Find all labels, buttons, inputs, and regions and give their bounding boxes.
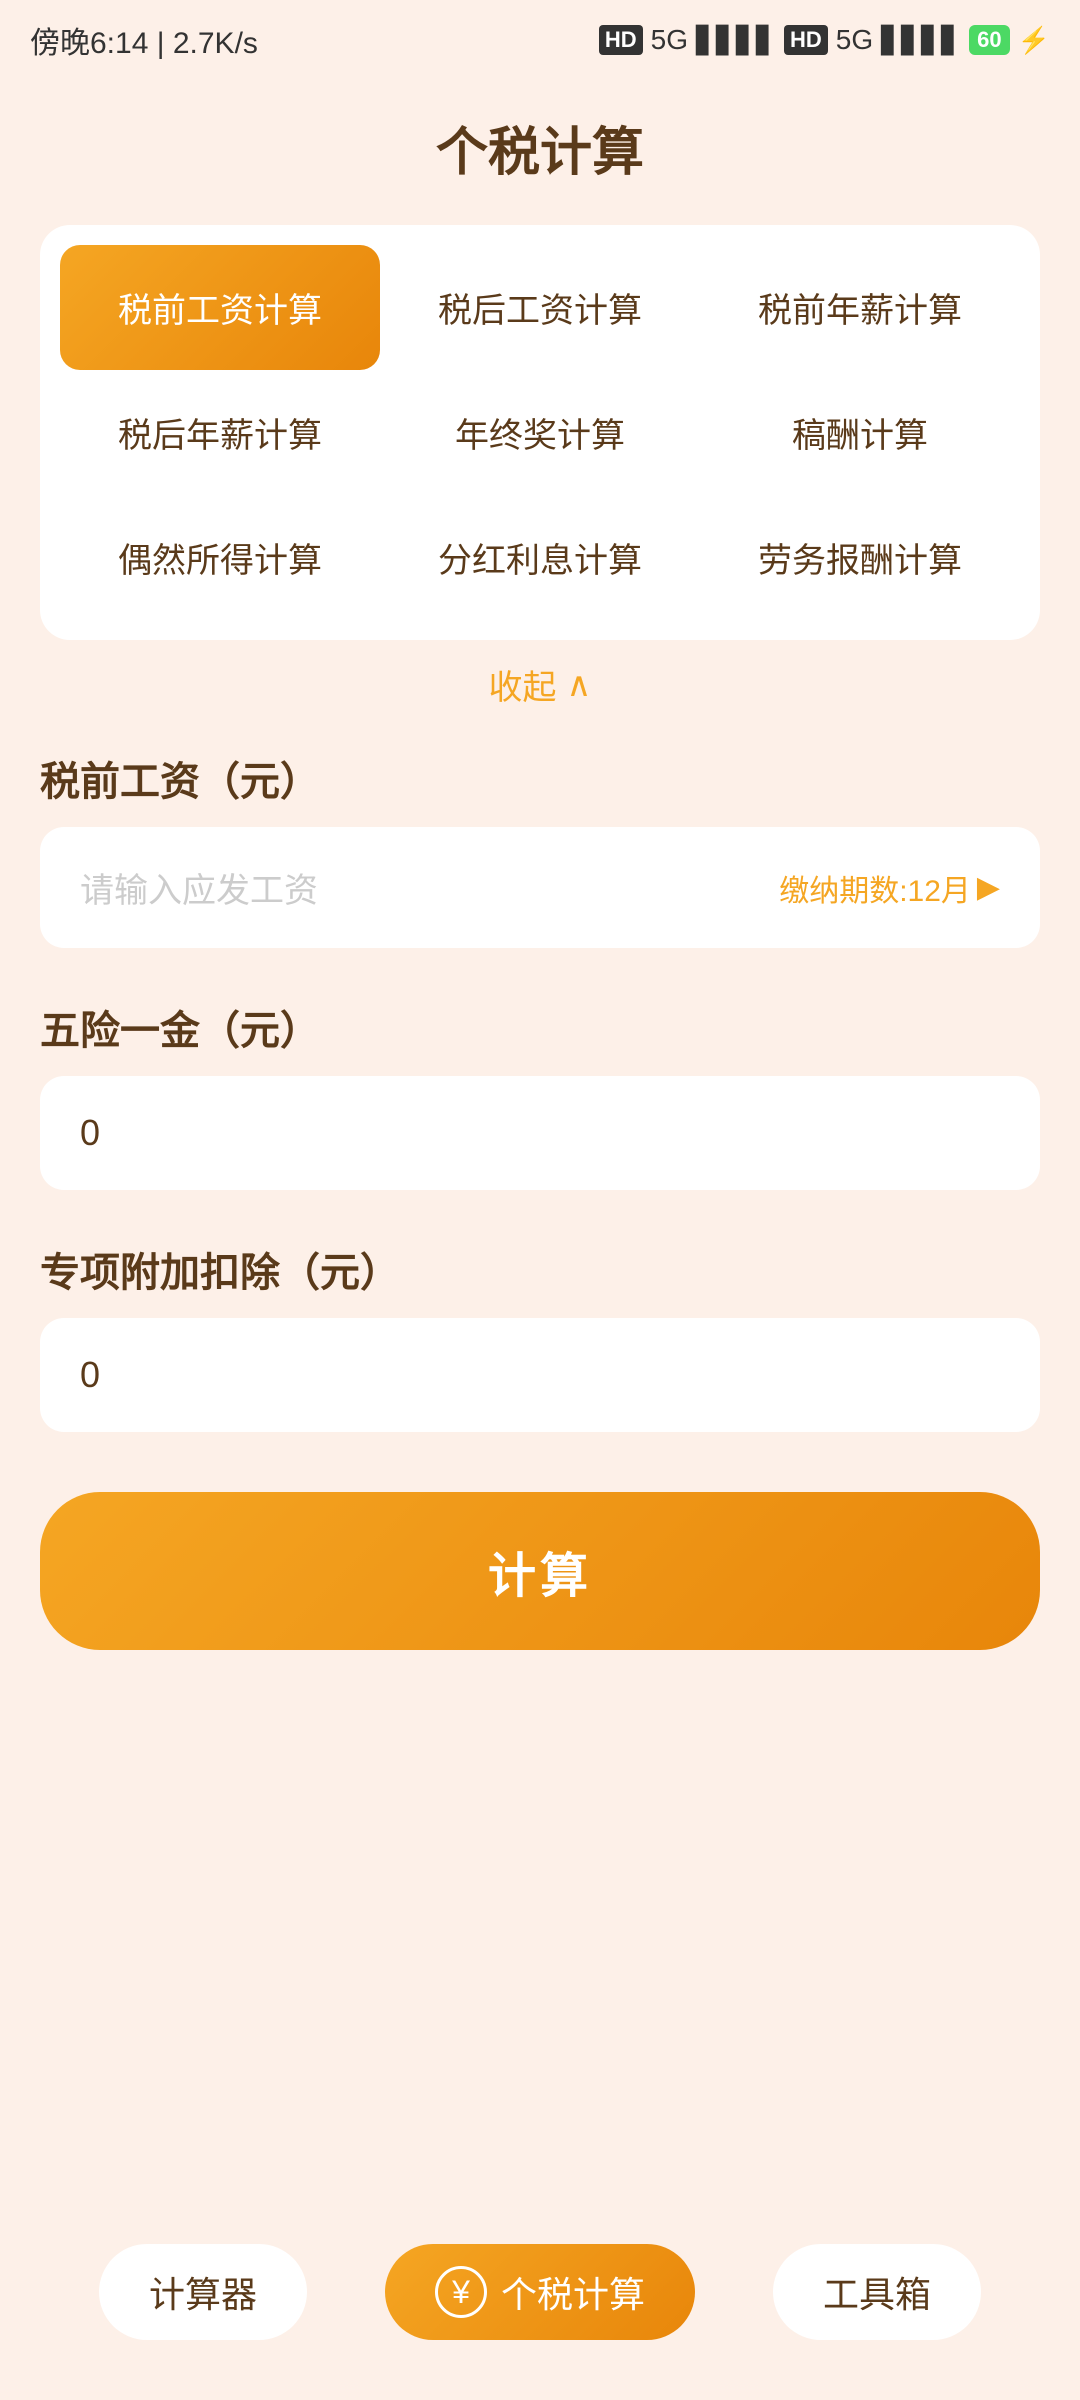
tab-pretax-annual[interactable]: 税前年薪计算 [700, 245, 1020, 370]
salary-section: 税前工资（元） 请输入应发工资 缴纳期数:12月 ▶ [40, 749, 1040, 948]
signal-5g2: 5G [836, 24, 873, 56]
nav-calculator[interactable]: 计算器 [99, 2244, 307, 2340]
salary-label: 税前工资（元） [40, 749, 1040, 807]
insurance-label: 五险一金（元） [40, 998, 1040, 1056]
tab-aftertax-salary[interactable]: 税后工资计算 [380, 245, 700, 370]
tab-pretax-salary[interactable]: 税前工资计算 [60, 245, 380, 370]
hd-badge: HD [599, 25, 643, 55]
signal-bars: ▋▋▋▋ [696, 25, 776, 56]
insurance-input-card[interactable]: 0 [40, 1076, 1040, 1190]
salary-placeholder: 请输入应发工资 [80, 863, 318, 912]
signal-5g: 5G [651, 24, 688, 56]
calculate-button-wrapper: 计算 [0, 1492, 1080, 1650]
collapse-label: 收起 [489, 660, 557, 709]
page-title: 个税计算 [0, 110, 1080, 185]
tab-year-bonus[interactable]: 年终奖计算 [380, 370, 700, 495]
nav-toolbox[interactable]: 工具箱 [773, 2244, 981, 2340]
tab-grid-container: 税前工资计算 税后工资计算 税前年薪计算 税后年薪计算 年终奖计算 稿酬计算 偶… [40, 225, 1040, 640]
deduction-section: 专项附加扣除（元） 0 [40, 1240, 1040, 1432]
nav-calculator-label: 计算器 [149, 2266, 257, 2318]
tab-dividend[interactable]: 分红利息计算 [380, 495, 700, 620]
status-right: HD 5G ▋▋▋▋ HD 5G ▋▋▋▋ 60 ⚡ [599, 24, 1050, 56]
nav-toolbox-label: 工具箱 [823, 2266, 931, 2318]
deduction-value: 0 [80, 1354, 100, 1396]
collapse-icon: ∧ [567, 665, 592, 705]
deduction-input-card[interactable]: 0 [40, 1318, 1040, 1432]
period-arrow: ▶ [977, 870, 1000, 905]
insurance-value: 0 [80, 1112, 100, 1154]
nav-tax-calculator[interactable]: ¥ 个税计算 [385, 2244, 695, 2340]
battery-level: 60 [969, 25, 1009, 55]
charging-icon: ⚡ [1018, 25, 1050, 56]
hd-badge2: HD [784, 25, 828, 55]
period-tag[interactable]: 缴纳期数:12月 ▶ [779, 866, 1000, 910]
signal-bars2: ▋▋▋▋ [881, 25, 961, 56]
collapse-button[interactable]: 收起 ∧ [40, 640, 1040, 729]
status-bar: 傍晚6:14 | 2.7K/s HD 5G ▋▋▋▋ HD 5G ▋▋▋▋ 60… [0, 0, 1080, 80]
tab-incidental[interactable]: 偶然所得计算 [60, 495, 380, 620]
status-time: 傍晚6:14 | 2.7K/s [30, 18, 258, 62]
nav-tax-label: 个税计算 [501, 2266, 645, 2318]
yuan-icon: ¥ [435, 2266, 487, 2318]
main-content: 税前工资计算 税后工资计算 税前年薪计算 税后年薪计算 年终奖计算 稿酬计算 偶… [0, 225, 1080, 1432]
tab-grid: 税前工资计算 税后工资计算 税前年薪计算 税后年薪计算 年终奖计算 稿酬计算 偶… [60, 245, 1020, 620]
period-label: 缴纳期数:12月 [779, 866, 971, 910]
deduction-label: 专项附加扣除（元） [40, 1240, 1040, 1298]
tab-aftertax-annual[interactable]: 税后年薪计算 [60, 370, 380, 495]
salary-input-card[interactable]: 请输入应发工资 缴纳期数:12月 ▶ [40, 827, 1040, 948]
tab-manuscript[interactable]: 稿酬计算 [700, 370, 1020, 495]
insurance-section: 五险一金（元） 0 [40, 998, 1040, 1190]
tab-labor[interactable]: 劳务报酬计算 [700, 495, 1020, 620]
bottom-nav: 计算器 ¥ 个税计算 工具箱 [0, 2224, 1080, 2360]
calculate-button[interactable]: 计算 [40, 1492, 1040, 1650]
